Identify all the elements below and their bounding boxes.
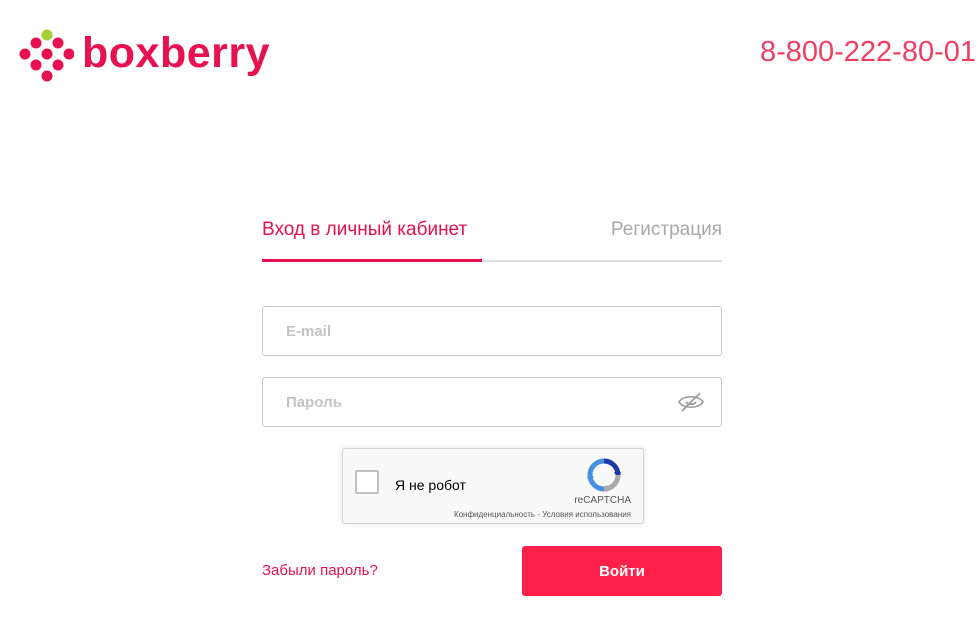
recaptcha-widget: Я не робот reCAPTCHA Конфиденциальность …: [342, 448, 644, 524]
login-button[interactable]: Войти: [522, 546, 722, 596]
forgot-password-link[interactable]: Забыли пароль?: [262, 562, 378, 580]
recaptcha-links: Конфиденциальность - Условия использован…: [454, 510, 631, 520]
email-field-wrapper: [262, 306, 722, 356]
login-page: boxberry 8-800-222-80-01 Вход в личный к…: [0, 0, 978, 622]
password-input[interactable]: [263, 378, 721, 426]
support-phone[interactable]: 8-800-222-80-01: [760, 38, 976, 67]
berry-logo-icon: [19, 29, 74, 82]
recaptcha-terms-link[interactable]: Условия использования: [542, 510, 631, 519]
recaptcha-privacy-link[interactable]: Конфиденциальность: [454, 510, 535, 519]
boxberry-logo[interactable]: boxberry: [18, 28, 270, 84]
eye-hidden-icon[interactable]: [677, 391, 705, 413]
tab-login[interactable]: Вход в личный кабинет: [262, 218, 467, 242]
auth-tabs: Вход в личный кабинет Регистрация: [262, 212, 722, 262]
recaptcha-brand: reCAPTCHA: [574, 495, 631, 506]
password-field-wrapper: [262, 377, 722, 427]
tab-register[interactable]: Регистрация: [611, 218, 722, 242]
recaptcha-checkbox[interactable]: [355, 470, 379, 494]
active-tab-indicator: [262, 259, 482, 262]
logo-wordmark: boxberry: [82, 28, 271, 77]
email-input[interactable]: [263, 307, 721, 355]
recaptcha-label: Я не робот: [395, 477, 466, 493]
recaptcha-logo-icon: [587, 458, 621, 492]
